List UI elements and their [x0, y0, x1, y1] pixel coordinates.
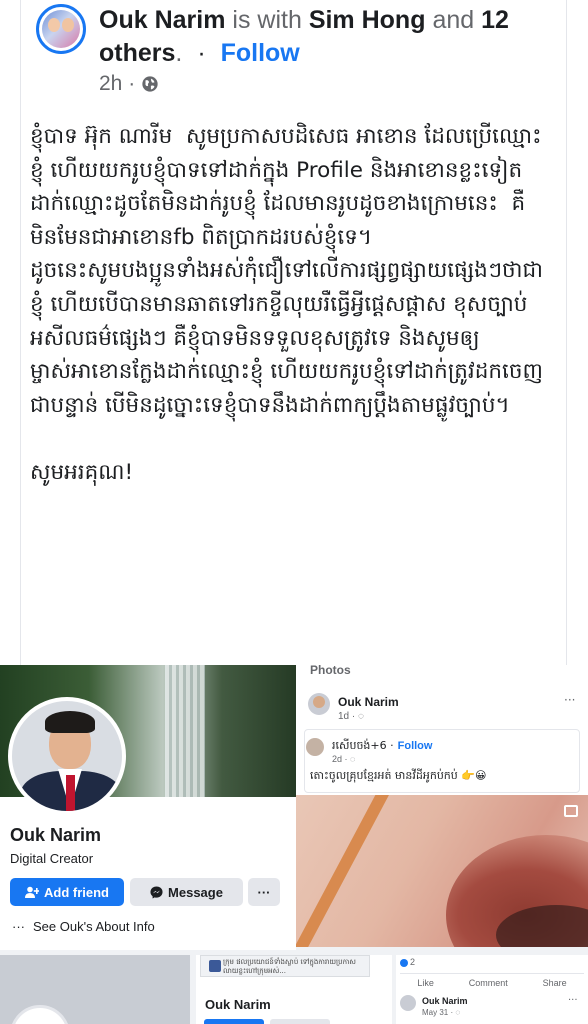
with-text: is with — [232, 6, 302, 34]
profile-picture-ring — [10, 1005, 70, 1024]
profile-picture — [8, 697, 126, 815]
add-friend-button: Add friend — [10, 878, 124, 906]
post-menu-icon: ··· — [568, 995, 578, 1006]
bottom-left-screenshot — [0, 955, 190, 1024]
poster-name: Ouk Narim — [338, 695, 399, 709]
card-border — [20, 0, 21, 665]
poster-avatar — [400, 995, 416, 1011]
period: . — [175, 39, 183, 67]
shared-text: តោះចូលគ្រុបខ្មែរអត់ មានវីដីអូកប់កប់ 👉😀 — [310, 769, 487, 782]
hair-shape — [45, 711, 95, 733]
avatar-image — [42, 10, 80, 48]
comment-label: Comment — [468, 978, 508, 988]
button-bar — [204, 1019, 264, 1024]
app-icon — [209, 960, 221, 972]
post-header: Ouk Narim is with Sim Hong and 12 others… — [99, 4, 569, 70]
reaction-count: 2 — [400, 957, 415, 967]
poster-time: 1d · ◌ — [338, 711, 364, 722]
profile-name: Ouk Narim — [10, 825, 102, 845]
photo-shape — [296, 795, 397, 947]
add-friend-label: Add friend — [44, 884, 109, 900]
gallery-icon — [564, 805, 578, 817]
shared-time: 2d · ◌ — [332, 754, 356, 764]
about-info-label: See Ouk's About Info — [33, 919, 155, 934]
author-name-link[interactable]: Ouk Narim — [99, 6, 225, 34]
cropped-photo — [296, 795, 588, 947]
share-label: Share — [542, 978, 567, 988]
poster-date: May 31 · ◌ — [422, 1008, 461, 1017]
profile-subtitle: Digital Creator — [10, 851, 94, 866]
bottom-middle-screenshot: ក្រុម ផលប្រយោជន៍ទាំងស្លាប់ ទៅក្នុងការាយប… — [196, 955, 392, 1024]
post-meta: 2h · — [99, 72, 159, 96]
photos-label: Photos — [310, 665, 351, 677]
tie-shape — [66, 775, 75, 811]
button-bar — [270, 1019, 330, 1024]
card-border — [566, 0, 567, 665]
about-dots-icon: ··· — [12, 919, 25, 934]
shared-author-name: រសើបចង់+6 · — [332, 739, 394, 752]
separator-dot: · — [197, 39, 206, 67]
message-label: Message — [168, 884, 223, 900]
banner-text: ក្រុម ផលប្រយោជន៍ទាំងស្លាប់ ទៅក្នុងការាយប… — [223, 958, 356, 975]
waterfall-image — [165, 665, 205, 797]
message-button: Message — [130, 878, 243, 906]
messenger-icon — [150, 885, 163, 899]
post-timestamp[interactable]: 2h · — [99, 72, 135, 96]
shared-follow-link: Follow — [397, 740, 433, 752]
poster-avatar — [308, 693, 330, 715]
profile-name: Ouk Narim — [205, 997, 271, 1012]
poster-name: Ouk Narim — [422, 996, 468, 1006]
post-actions: Like Comment Share — [400, 973, 584, 988]
and-text: and — [432, 6, 475, 34]
shared-author-avatar — [306, 738, 324, 756]
like-label: Like — [417, 978, 434, 988]
reaction-count-value: 2 — [410, 957, 416, 967]
more-options-button: ··· — [248, 878, 280, 906]
fake-post-screenshot: Photos Ouk Narim 1d · ◌ ··· រសើបចង់+6 · F… — [296, 665, 588, 795]
post-body-text: ខ្ញុំបាទ អ៊ុក ណារីម សូមប្រកាសបដិសេធ អាខោ… — [30, 124, 543, 485]
add-friend-icon — [25, 886, 39, 898]
bottom-right-screenshot: 2 Like Comment Share Ouk Narim May 31 · … — [396, 955, 588, 1024]
like-reaction-icon — [400, 958, 408, 967]
post-menu-icon: ··· — [564, 693, 576, 707]
about-info-row: ··· See Ouk's About Info — [12, 919, 155, 934]
author-avatar[interactable] — [36, 4, 86, 54]
notification-banner: ក្រុម ផលប្រយោជន៍ទាំងស្លាប់ ទៅក្នុងការាយប… — [200, 955, 370, 977]
shared-author-line: រសើបចង់+6 · Follow — [332, 739, 432, 755]
tagged-person-link[interactable]: Sim Hong — [309, 6, 426, 34]
follow-link[interactable]: Follow — [221, 39, 300, 67]
globe-icon[interactable] — [141, 75, 159, 93]
post-card: Ouk Narim is with Sim Hong and 12 others… — [0, 0, 588, 665]
fake-profile-screenshot: Ouk Narim Digital Creator Add friend Mes… — [0, 665, 296, 950]
